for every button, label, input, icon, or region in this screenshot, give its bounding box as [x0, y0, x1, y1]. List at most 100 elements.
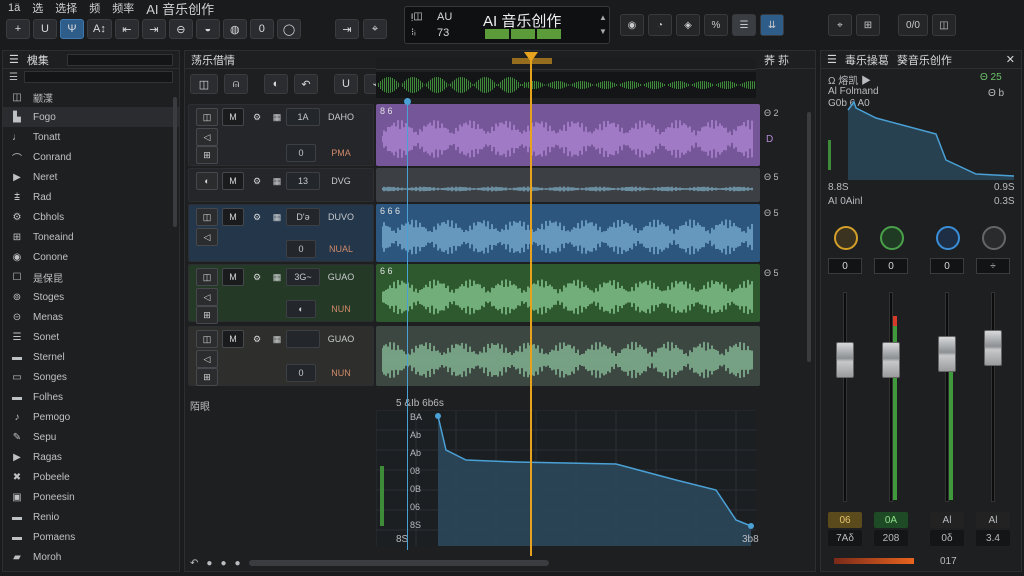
track-volume-field[interactable]: 0 — [286, 364, 316, 382]
track-name-field[interactable]: 13 — [286, 172, 320, 190]
browser-item[interactable]: ◉ Conone — [3, 247, 179, 267]
solo-button[interactable]: ⚙ — [246, 172, 268, 190]
browser-item[interactable]: ▭ Songes — [3, 367, 179, 387]
browser-item[interactable]: ▬ Sternel — [3, 347, 179, 367]
browser-item[interactable]: ▣ Poneesin — [3, 487, 179, 507]
track-icon-button[interactable]: ⊞ — [196, 146, 218, 164]
dot-icon[interactable]: ● — [206, 558, 212, 569]
track-name-field[interactable] — [286, 330, 320, 348]
menu-item[interactable]: 频 — [89, 0, 100, 16]
track-volume-field[interactable]: 0 — [286, 144, 316, 162]
channel-button[interactable]: Al — [976, 512, 1010, 528]
solo-button[interactable]: ⚙ — [246, 330, 268, 348]
pan-knob[interactable] — [834, 226, 858, 250]
browser-item[interactable]: ✖ Pobeele — [3, 467, 179, 487]
metronome-button[interactable]: ◍ — [222, 19, 247, 39]
browser-item[interactable]: ▶ Neret — [3, 167, 179, 187]
track-icon-button[interactable]: ◫ — [196, 330, 218, 348]
add-button[interactable]: + — [6, 19, 30, 39]
record-arm-button[interactable]: ▦ — [266, 108, 288, 126]
u-icon[interactable]: U — [334, 74, 358, 94]
track-type-field[interactable]: DUVO — [324, 208, 358, 226]
track-type-field[interactable]: GUAO — [324, 330, 358, 348]
browser-item[interactable]: ⌒ Conrand — [3, 147, 179, 167]
pan-value[interactable]: 0 — [874, 258, 908, 274]
back-icon[interactable]: ↶ — [190, 558, 198, 569]
automation-start-point[interactable] — [435, 413, 441, 419]
track-icon-button[interactable]: ◁ — [196, 288, 218, 306]
browser-item[interactable]: ♪ Pemogo — [3, 407, 179, 427]
automation-end-point[interactable] — [748, 523, 754, 529]
track-volume-field[interactable]: 0 — [286, 240, 316, 258]
wifi-icon[interactable]: ◒ — [195, 19, 220, 39]
track-icon-button[interactable]: ◁ — [196, 228, 218, 246]
record-arm-button[interactable]: ▦ — [266, 208, 288, 226]
close-icon[interactable]: ✕ — [1006, 53, 1015, 66]
overview-waveform[interactable] — [376, 72, 756, 98]
menu-icon[interactable]: ☰ — [9, 53, 19, 66]
grid-icon[interactable]: ⊞ — [856, 14, 880, 36]
track-icon-button[interactable]: ◫ — [196, 268, 218, 286]
dot-icon[interactable]: ● — [234, 558, 240, 569]
browser-item[interactable]: ⊝ Menas — [3, 307, 179, 327]
track-name-field[interactable]: 3G~ — [286, 268, 320, 286]
channel-button[interactable]: 06 — [828, 512, 862, 528]
channel-fader[interactable] — [836, 342, 854, 378]
browser-item[interactable]: ☰ Sonet — [3, 327, 179, 347]
track-icon-button[interactable]: ◫ — [196, 208, 218, 226]
browser-scrollbar[interactable] — [173, 97, 177, 227]
settings-icon[interactable]: ◉ — [620, 14, 644, 36]
track-icon-button[interactable]: ◫ — [196, 108, 218, 126]
playhead-handle[interactable] — [524, 52, 538, 62]
list-icon[interactable]: ☰ — [9, 72, 18, 83]
browser-item[interactable]: ☐ 是保昆 — [3, 267, 179, 287]
browser-item[interactable]: ▶ Ragas — [3, 447, 179, 467]
channel-fader[interactable] — [938, 336, 956, 372]
track-icon-button[interactable]: ⊞ — [196, 368, 218, 386]
clock-icon[interactable]: ◔ — [648, 14, 672, 36]
track-type-field[interactable]: DVG — [324, 172, 358, 190]
split-right-button[interactable]: ⇥ — [141, 19, 166, 39]
solo-button[interactable]: ⚙ — [246, 268, 268, 286]
track-volume-field[interactable]: ◐ — [286, 300, 316, 318]
browser-item[interactable]: ▬ Pomaens — [3, 527, 179, 547]
record-arm-button[interactable]: ▦ — [266, 172, 288, 190]
mute-button[interactable]: M — [222, 268, 244, 286]
headphones-icon[interactable]: ⍝ — [224, 74, 248, 94]
record-arm-button[interactable]: ▦ — [266, 330, 288, 348]
crosshair-icon[interactable]: ⌖ — [828, 14, 852, 36]
browser-item[interactable]: ▬ Folhes — [3, 387, 179, 407]
waveform-icon[interactable]: ◫ — [190, 74, 218, 94]
loop-button[interactable]: ⊖ — [168, 19, 193, 39]
track-name-field[interactable]: 1A — [286, 108, 320, 126]
channel-button[interactable]: Al — [930, 512, 964, 528]
menu-item[interactable]: 1ä — [8, 2, 20, 14]
pan-value[interactable]: 0 — [930, 258, 964, 274]
record-arm-button[interactable]: ▦ — [266, 268, 288, 286]
skip-forward-button[interactable]: ⇥ — [335, 19, 359, 39]
solo-button[interactable]: ⚙ — [246, 208, 268, 226]
browser-item[interactable]: ⊞ Toneaind — [3, 227, 179, 247]
track-name-field[interactable]: D'ə — [286, 208, 320, 226]
playhead[interactable] — [530, 60, 532, 556]
browser-item[interactable]: ▙ Fogo — [3, 107, 179, 127]
chevron-up-icon[interactable]: ▲ — [599, 13, 607, 22]
snap-icon[interactable]: ◈ — [676, 14, 700, 36]
browser-item[interactable]: ⩲ Rad — [3, 187, 179, 207]
solo-button[interactable]: ⚙ — [246, 108, 268, 126]
dot-icon[interactable]: ● — [220, 558, 226, 569]
pan-knob[interactable] — [880, 226, 904, 250]
menu-item[interactable]: 选择 — [55, 0, 77, 16]
text-tool-button[interactable]: A↕ — [87, 19, 112, 39]
track-icon-button[interactable]: ◐ — [196, 172, 218, 190]
mute-button[interactable]: M — [222, 108, 244, 126]
browser-filter-input[interactable] — [23, 71, 173, 83]
cpu-button[interactable]: 0/0 — [898, 14, 928, 36]
list-view-button[interactable]: ☰ — [732, 14, 756, 36]
list-icon[interactable]: ☰ — [827, 53, 837, 66]
phase-icon[interactable]: ◐ — [264, 74, 288, 94]
browser-item[interactable]: ▰ Moroh — [3, 547, 179, 567]
menu-item[interactable]: 选 — [32, 0, 43, 16]
inspector-envelope[interactable] — [826, 100, 1016, 180]
undo-icon[interactable]: ↶ — [294, 74, 318, 94]
